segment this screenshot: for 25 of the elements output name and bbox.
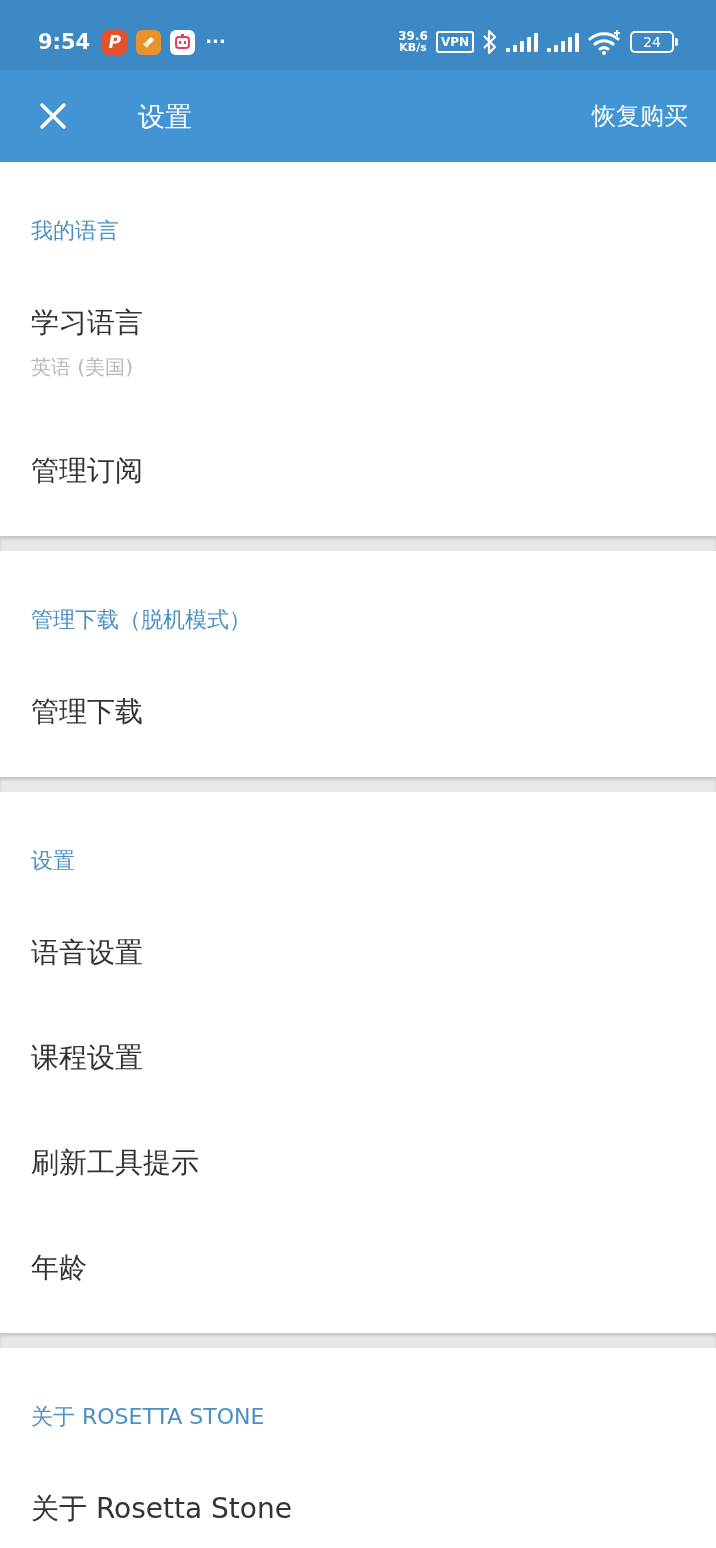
settings-item[interactable]: 学习语言 英语 (美国) [0, 270, 716, 418]
section-header: 关于 ROSETTA STONE [31, 1404, 265, 1429]
bluetooth-icon [482, 29, 498, 55]
section-header: 我的语言 [31, 218, 119, 243]
settings-item[interactable]: 课程设置 [0, 1005, 716, 1110]
battery-indicator: 24 [630, 31, 678, 53]
section-header: 管理下载（脱机模式） [31, 607, 251, 632]
item-subtitle: 英语 (美国) [31, 355, 133, 379]
status-time: 9:54 [38, 31, 91, 53]
more-notifications-indicator: ··· [205, 33, 226, 51]
settings-item[interactable]: 管理下载 [0, 659, 716, 764]
section-header: 设置 [31, 848, 75, 873]
network-speed: 39.6 KB/s [398, 30, 428, 54]
settings-item[interactable]: 语音设置 [0, 900, 716, 1005]
signal-icon [506, 32, 539, 52]
signal-icon [547, 32, 580, 52]
wifi-icon [588, 29, 622, 55]
vpn-badge: VPN [435, 31, 474, 53]
close-icon [39, 102, 67, 130]
settings-item[interactable]: 刷新工具提示 [0, 1110, 716, 1215]
app-icon: P [102, 29, 128, 55]
settings-item[interactable]: 年龄 [0, 1215, 716, 1320]
page-title: 设置 [138, 102, 192, 130]
settings-item[interactable]: 关于 Rosetta Stone [0, 1456, 716, 1548]
settings-item[interactable]: 管理订阅 [0, 418, 716, 523]
